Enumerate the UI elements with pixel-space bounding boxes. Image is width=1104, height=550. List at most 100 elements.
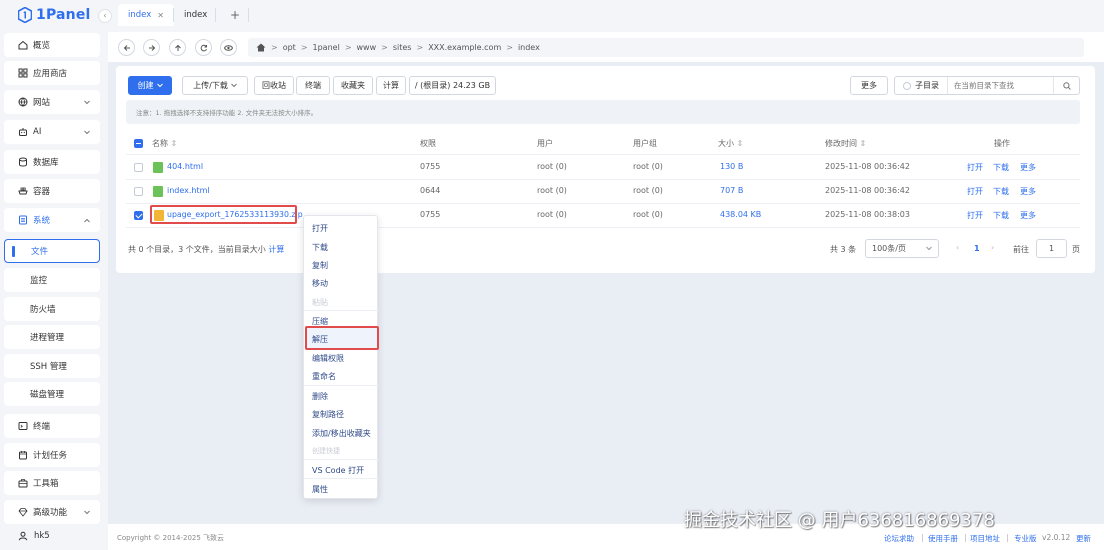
prev-page-icon[interactable]: ‹ <box>956 243 959 252</box>
collapse-sidebar-button[interactable]: ‹ <box>98 9 112 23</box>
search-input[interactable] <box>948 81 1044 90</box>
more-action[interactable]: 更多 <box>1020 162 1036 173</box>
menu-item-vscode-open[interactable]: VS Code 打开 <box>312 465 364 476</box>
sidebar-subitem-monitor[interactable]: 监控 <box>4 268 100 292</box>
column-header-size[interactable]: 大小 ⇕ <box>718 138 743 149</box>
more-button[interactable]: 更多 <box>850 76 888 95</box>
breadcrumb[interactable]: > opt > 1panel > www > sites > XXX.examp… <box>248 38 1084 57</box>
download-action[interactable]: 下载 <box>993 162 1009 173</box>
sidebar-item-cron[interactable]: 计划任务 <box>4 443 100 467</box>
sidebar-item-system[interactable]: 系统 <box>4 208 100 232</box>
sidebar-item-website[interactable]: 网站 <box>4 90 100 114</box>
sidebar-subitem-ssh[interactable]: SSH 管理 <box>4 354 100 378</box>
favorites-button[interactable]: 收藏夹 <box>333 76 373 95</box>
sidebar-item-toolbox[interactable]: 工具箱 <box>4 471 100 495</box>
menu-item-extract[interactable]: 解压 <box>312 334 328 345</box>
create-button[interactable]: 创建 <box>128 76 172 95</box>
open-action[interactable]: 打开 <box>967 186 983 197</box>
sidebar-subitem-disk[interactable]: 磁盘管理 <box>4 382 100 406</box>
up-button[interactable] <box>169 39 186 56</box>
menu-item-move[interactable]: 移动 <box>312 278 328 289</box>
column-header-name[interactable]: 名称 ⇕ <box>152 138 177 149</box>
row-checkbox[interactable] <box>134 211 143 220</box>
download-action[interactable]: 下载 <box>993 210 1009 221</box>
menu-item-toggle-favorite[interactable]: 添加/移出收藏夹 <box>312 428 371 439</box>
download-action[interactable]: 下载 <box>993 186 1009 197</box>
file-name[interactable]: 404.html <box>167 162 203 171</box>
sidebar-item-overview[interactable]: 概览 <box>4 33 100 57</box>
column-header-perm: 权限 <box>420 139 436 148</box>
menu-divider <box>304 385 379 386</box>
manual-link[interactable]: 使用手册 <box>928 533 958 544</box>
refresh-button[interactable] <box>195 39 212 56</box>
disk-usage-button[interactable]: / (根目录) 24.23 GB <box>409 76 496 95</box>
menu-item-download[interactable]: 下载 <box>312 242 328 253</box>
breadcrumb-item[interactable]: www <box>357 43 377 52</box>
arrow-right-icon <box>148 44 155 51</box>
logo[interactable]: 1Panel <box>18 6 91 24</box>
next-page-icon[interactable]: › <box>991 243 994 252</box>
open-action[interactable]: 打开 <box>967 210 983 221</box>
tab-index-active[interactable]: index ✕ <box>118 4 174 26</box>
sidebar-item-container[interactable]: 容器 <box>4 179 100 203</box>
chevron-down-icon <box>156 83 163 88</box>
sidebar-item-app-store[interactable]: 应用商店 <box>4 61 100 85</box>
sidebar-subitem-files[interactable]: 文件 <box>4 239 100 263</box>
goto-page-input[interactable]: 1 <box>1036 239 1067 258</box>
page-size-select[interactable]: 100条/页 <box>865 239 939 258</box>
breadcrumb-item[interactable]: sites <box>393 43 412 52</box>
home-icon[interactable] <box>256 43 266 52</box>
menu-item-properties[interactable]: 属性 <box>312 484 328 495</box>
back-button[interactable] <box>118 39 135 56</box>
menu-item-open[interactable]: 打开 <box>312 223 328 234</box>
sidebar-item-advanced[interactable]: 高级功能 <box>4 500 100 524</box>
terminal-button[interactable]: 终端 <box>296 76 330 95</box>
sort-icon: ⇕ <box>859 139 867 148</box>
sidebar-item-terminal[interactable]: 终端 <box>4 414 100 438</box>
breadcrumb-item[interactable]: opt <box>283 43 296 52</box>
update-link[interactable]: 更新 <box>1076 533 1091 544</box>
file-name[interactable]: index.html <box>167 186 210 195</box>
breadcrumb-item[interactable]: index <box>518 43 540 52</box>
recycle-bin-button[interactable]: 回收站 <box>254 76 294 95</box>
add-tab-button[interactable]: + <box>220 4 250 26</box>
column-header-actions: 操作 <box>994 139 1010 148</box>
user-menu[interactable]: hk5 <box>4 526 100 546</box>
forum-link[interactable]: 论坛求助 <box>884 533 914 544</box>
view-toggle-button[interactable] <box>220 39 237 56</box>
calc-button[interactable]: 计算 <box>376 76 406 95</box>
menu-item-edit-permissions[interactable]: 编辑权限 <box>312 353 344 364</box>
breadcrumb-item[interactable]: 1panel <box>313 43 340 52</box>
chevron-down-icon <box>230 83 237 88</box>
calc-size-link[interactable]: 计算 <box>268 245 284 254</box>
page-number-current[interactable]: 1 <box>974 244 980 253</box>
tab-index[interactable]: index <box>174 4 217 26</box>
more-action[interactable]: 更多 <box>1020 210 1036 221</box>
breadcrumb-item[interactable]: XXX.example.com <box>428 43 501 52</box>
forward-button[interactable] <box>143 39 160 56</box>
divider <box>126 179 1080 180</box>
plus-icon: + <box>230 8 241 22</box>
sidebar-item-ai[interactable]: AI <box>4 120 100 144</box>
menu-item-copy[interactable]: 复制 <box>312 260 328 271</box>
project-link[interactable]: 项目地址 <box>970 533 1000 544</box>
menu-item-delete[interactable]: 删除 <box>312 391 328 402</box>
row-checkbox[interactable] <box>134 187 143 196</box>
file-user: root (0) <box>537 162 567 171</box>
select-all-checkbox[interactable] <box>134 139 143 148</box>
upload-download-button[interactable]: 上传/下载 <box>182 76 248 95</box>
row-checkbox[interactable] <box>134 163 143 172</box>
search-button[interactable] <box>1053 77 1079 94</box>
menu-item-copy-path[interactable]: 复制路径 <box>312 409 344 420</box>
sidebar-subitem-label: 磁盘管理 <box>30 390 65 400</box>
menu-item-rename[interactable]: 重命名 <box>312 371 336 382</box>
open-action[interactable]: 打开 <box>967 162 983 173</box>
column-header-mtime[interactable]: 修改时间 ⇕ <box>825 138 866 149</box>
subdir-toggle[interactable]: 子目录 <box>895 77 948 94</box>
pro-link[interactable]: 专业版 <box>1014 533 1037 544</box>
close-icon[interactable]: ✕ <box>157 11 164 20</box>
sidebar-item-database[interactable]: 数据库 <box>4 150 100 174</box>
sidebar-subitem-process[interactable]: 进程管理 <box>4 325 100 349</box>
sidebar-subitem-firewall[interactable]: 防火墙 <box>4 297 100 321</box>
more-action[interactable]: 更多 <box>1020 186 1036 197</box>
